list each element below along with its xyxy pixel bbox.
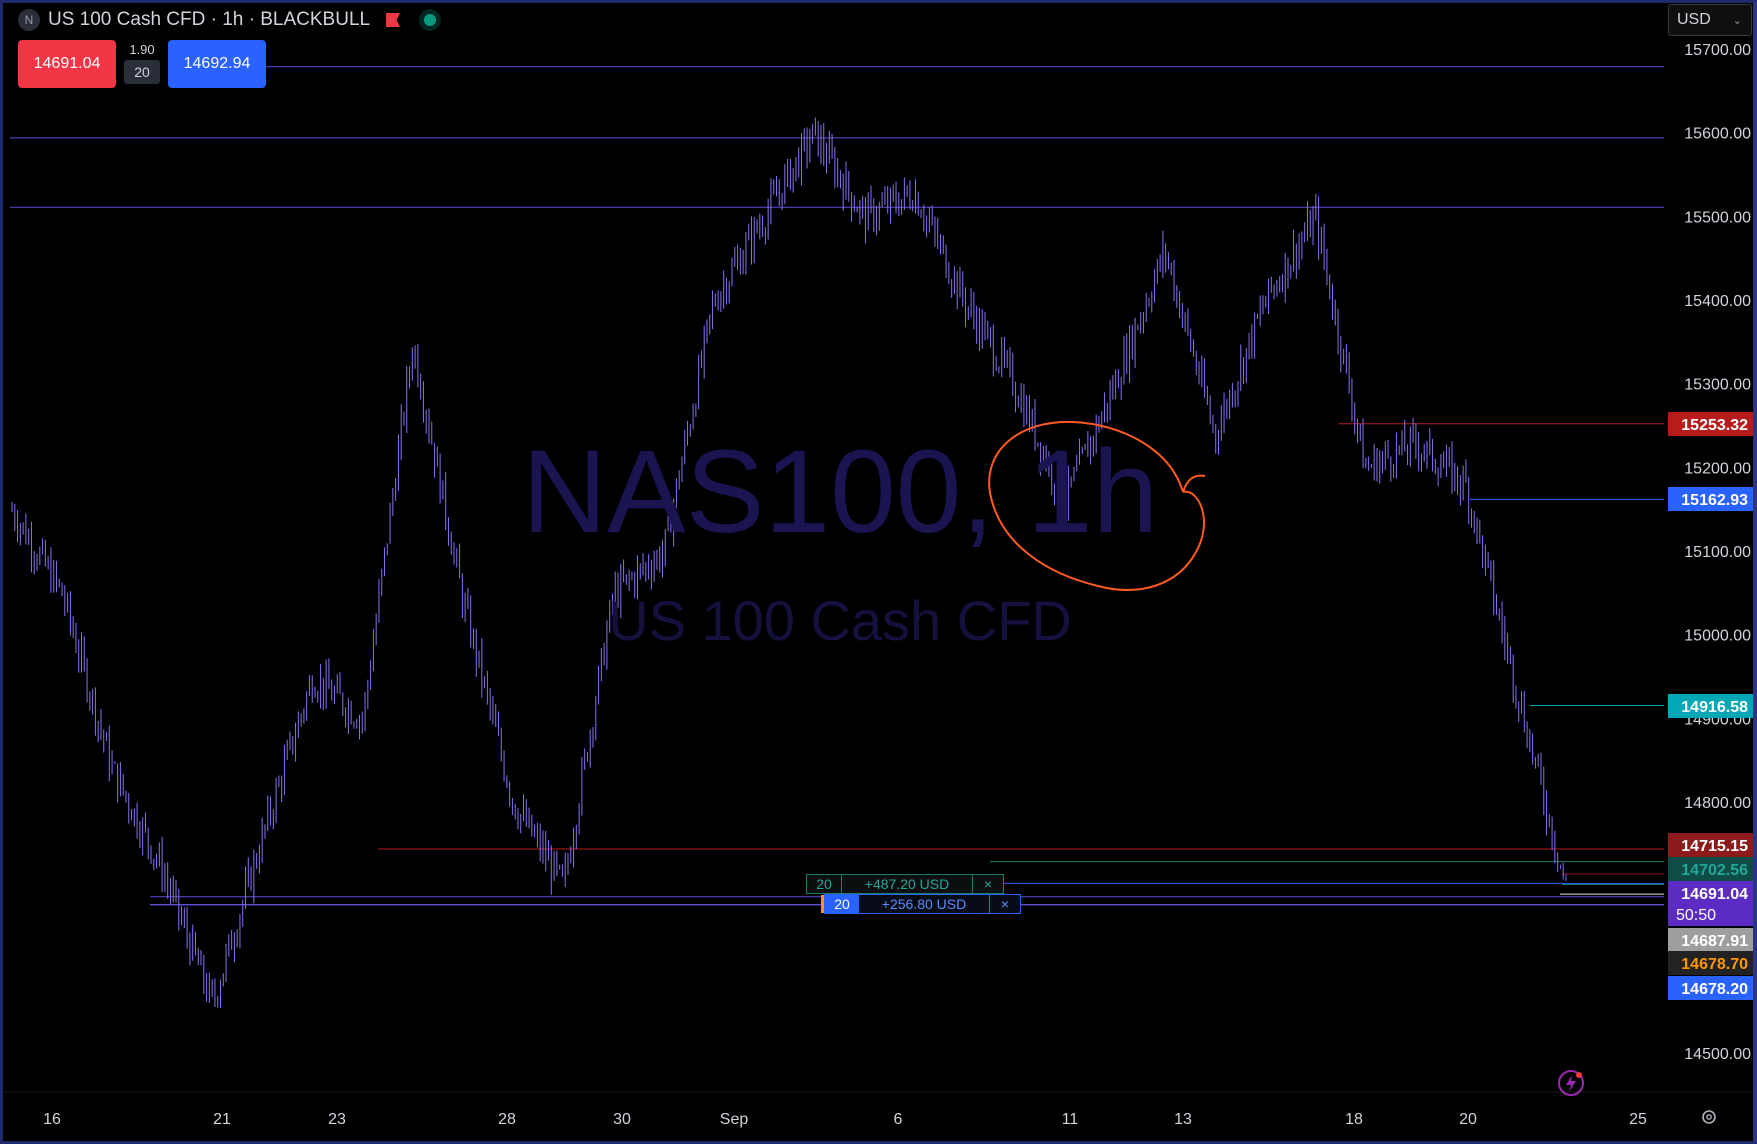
lightning-icon[interactable] xyxy=(1557,1069,1585,1097)
market-status-icon[interactable] xyxy=(424,14,437,26)
trade-panel: 14691.04 1.90 20 14692.94 xyxy=(18,40,266,88)
close-position-button[interactable]: × xyxy=(972,875,1003,893)
position-qty: 20 xyxy=(807,875,842,893)
flag-icon[interactable] xyxy=(386,13,400,27)
symbol-logo[interactable]: N xyxy=(18,9,40,31)
chart-title[interactable]: US 100 Cash CFD · 1h · BLACKBULL xyxy=(48,9,370,31)
chart-header: N US 100 Cash CFD · 1h · BLACKBULL xyxy=(18,6,437,34)
position-pl: +487.20 USD xyxy=(864,876,950,892)
position-line-2[interactable]: 20 +256.80 USD × xyxy=(821,894,1021,914)
position-qty: 20 xyxy=(825,895,859,913)
currency-value: USD xyxy=(1677,11,1711,28)
position-pl: +256.80 USD xyxy=(881,896,967,912)
sell-button[interactable]: 14691.04 xyxy=(18,40,116,88)
close-position-button[interactable]: × xyxy=(989,895,1020,913)
chevron-down-icon: ⌄ xyxy=(1732,14,1742,27)
quantity-input[interactable]: 20 xyxy=(124,60,160,84)
currency-select[interactable]: USD ⌄ xyxy=(1668,4,1752,36)
buy-button[interactable]: 14692.94 xyxy=(168,40,266,88)
position-line-1[interactable]: 20 +487.20 USD × xyxy=(806,874,1004,894)
window-frame xyxy=(0,0,1757,1144)
trade-mid: 1.90 20 xyxy=(122,40,162,84)
spread-value: 1.90 xyxy=(129,42,155,57)
gear-icon[interactable] xyxy=(1700,1108,1718,1126)
